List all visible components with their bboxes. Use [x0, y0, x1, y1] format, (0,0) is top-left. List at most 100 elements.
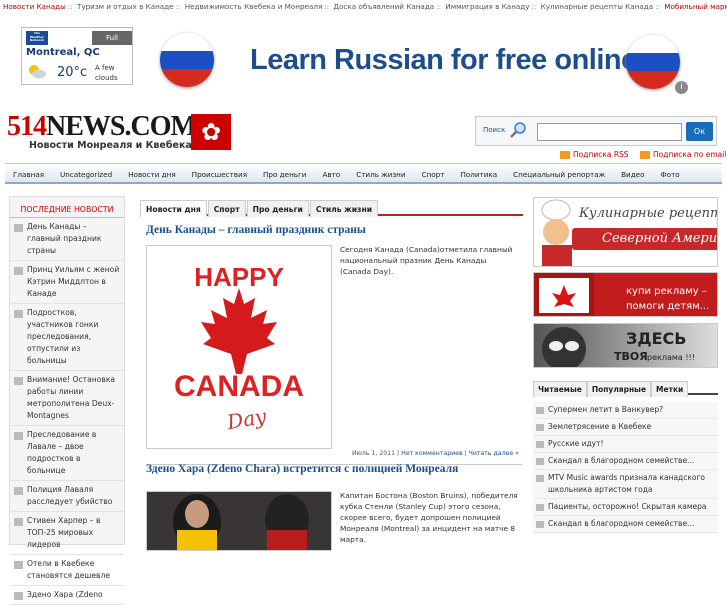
article-excerpt: Сегодня Канада (Canada)отметила главный …: [340, 245, 513, 276]
chara-photo[interactable]: [146, 491, 332, 551]
nav-item-auto[interactable]: Авто: [314, 164, 348, 185]
your-ad-here[interactable]: ЗДЕСЬ ТВОЯ реклама !!!: [533, 323, 718, 368]
toplink-recipes[interactable]: Кулинарные рецепты Канада: [541, 2, 654, 11]
russia-flag-icon: [160, 33, 214, 87]
popular-item[interactable]: Скандал в благородном семействе...: [533, 453, 718, 470]
separator: ::: [655, 2, 661, 11]
popular-item[interactable]: Пациенты, осторожно! Скрытая камера: [533, 499, 718, 516]
weather-city: Montreal, QC: [26, 47, 100, 58]
site-logo[interactable]: 514NEWS.COM Новости Монреаля и Квебека ✿: [7, 111, 231, 153]
popular-item[interactable]: Русские идут!: [533, 436, 718, 453]
toplink-realestate[interactable]: Недвижимость Квебека и Монреаля: [185, 2, 323, 11]
nav-item-home[interactable]: Главная: [5, 164, 52, 185]
read-more-link[interactable]: Читать далее »: [469, 450, 519, 457]
tab-lifestyle[interactable]: Стиль жизни: [309, 200, 379, 217]
latest-news-item[interactable]: Здено Хара (Zdeno: [10, 586, 124, 605]
article-date: Июль 1, 2011: [352, 450, 396, 457]
search-input[interactable]: [537, 123, 682, 141]
nav-item-lifestyle[interactable]: Стиль жизни: [348, 164, 413, 185]
nav-item-uncategorized[interactable]: Uncategorized: [52, 164, 120, 185]
nav-item-money[interactable]: Про деньги: [255, 164, 314, 185]
recipes-ad[interactable]: Кулинарные рецепты Северной Америки: [533, 197, 718, 267]
toplink-tourism[interactable]: Туризм и отдых в Канаде: [77, 2, 174, 11]
buy-ad-line2: помоги детям...: [626, 301, 710, 312]
latest-news-item[interactable]: Полиция Лаваля расследует убийство: [10, 481, 124, 512]
separator: ::: [531, 2, 537, 11]
search-box: Поиск Ок: [475, 116, 717, 146]
toplink-classifieds[interactable]: Доска объявлений Канада: [333, 2, 434, 11]
logo-text: 514NEWS.COM: [7, 111, 197, 142]
ad-here-line3: реклама !!!: [647, 353, 695, 362]
nav-item-video[interactable]: Видео: [613, 164, 652, 185]
ad-here-line1: ЗДЕСЬ: [626, 329, 687, 348]
full-forecast-button[interactable]: Full Forecast: [92, 31, 132, 56]
toplink-canada-news[interactable]: Новости Канады: [3, 2, 66, 11]
subscribe-email-label: Подписка по email: [653, 150, 727, 159]
latest-news-item[interactable]: Отели в Квебеке становятся дешевле: [10, 555, 124, 586]
tab-sport[interactable]: Спорт: [207, 200, 246, 217]
svg-text:HAPPY: HAPPY: [194, 262, 284, 292]
tab-popular[interactable]: Популярные: [586, 381, 652, 397]
latest-news-sidebar: ПОСЛЕДНИЕ НОВОСТИ День Канады – главный …: [9, 196, 125, 605]
search-submit-button[interactable]: Ок: [686, 122, 713, 141]
nav-item-news-of-day[interactable]: Новости дня: [120, 164, 184, 185]
toplink-mobile-marketing[interactable]: Мобильный маркетинг: [664, 2, 727, 11]
canada-day-image[interactable]: HAPPY CANADA Day: [146, 245, 332, 449]
magnifier-icon: [510, 122, 526, 138]
latest-news-item[interactable]: Внимание! Остановка работы линии метропо…: [10, 371, 124, 426]
weather-condition: A few clouds: [95, 64, 118, 82]
tab-most-read[interactable]: Читаемые: [533, 381, 587, 397]
latest-news-item[interactable]: Преследование в Лавале – двое подростков…: [10, 426, 124, 481]
logo-tagline: Новости Монреаля и Квебека: [29, 140, 192, 151]
article-title[interactable]: Здено Хара (Zdeno Chara) встретится с по…: [146, 463, 458, 475]
separator: ::: [436, 2, 442, 11]
nav-item-sport[interactable]: Спорт: [414, 164, 453, 185]
nav-item-incidents[interactable]: Происшествия: [184, 164, 255, 185]
buy-ad-line1: купи рекламу –: [626, 286, 707, 297]
latest-news-item[interactable]: Стивен Харпер – в ТОП-25 мировых лидеров: [10, 512, 124, 555]
latest-news-item[interactable]: День Канады – главный праздник страны: [10, 218, 124, 261]
montreal-flower-icon: ✿: [191, 114, 231, 150]
article-meta: Июль 1, 2011 | Нет комментариев | Читать…: [352, 450, 519, 457]
partly-cloudy-icon: [29, 65, 46, 79]
recipes-ad-line2: Северной Америки: [602, 231, 718, 246]
comments-link[interactable]: Нет комментариев: [401, 450, 463, 457]
buy-ad-help-kids-ad[interactable]: купи рекламу – помоги детям...: [533, 272, 718, 317]
rss-icon: [640, 151, 650, 159]
weather-temp: 20°c: [57, 65, 88, 80]
ad-info-icon[interactable]: i: [675, 81, 688, 94]
svg-text:Day: Day: [224, 404, 269, 435]
superhero-mask-icon: [542, 327, 586, 367]
subscribe-rss-link[interactable]: Подписка RSS: [560, 150, 629, 159]
top-links-bar: Новости Канады:: Туризм и отдых в Канаде…: [0, 0, 727, 14]
latest-news-title: ПОСЛЕДНИЕ НОВОСТИ: [10, 197, 124, 218]
popular-item[interactable]: MTV Music awards признала канадского шко…: [533, 470, 718, 499]
article-title[interactable]: День Канады – главный праздник страны: [146, 224, 523, 236]
tab-news-of-day[interactable]: Новости дня: [140, 200, 207, 217]
russia-flag-icon: [626, 35, 680, 89]
separator: ::: [67, 2, 73, 11]
weather-widget[interactable]: The Weather Network Full Forecast Montre…: [21, 27, 133, 85]
nav-item-photo[interactable]: Фото: [653, 164, 688, 185]
right-sidebar: Кулинарные рецепты Северной Америки купи…: [533, 197, 718, 545]
svg-text:CANADA: CANADA: [174, 370, 304, 403]
toplink-immigration[interactable]: Иммиграция в Канаду: [445, 2, 529, 11]
popular-item[interactable]: Скандал в благородном семействе...: [533, 516, 718, 533]
tab-money[interactable]: Про деньги: [246, 200, 309, 217]
learn-russian-banner[interactable]: Learn Russian for free online!: [250, 44, 646, 77]
recipes-ad-line1: Кулинарные рецепты: [579, 206, 718, 221]
hockey-photo-graphic: [147, 492, 331, 550]
latest-news-item[interactable]: Принц Уильям с женой Кэтрин Миддлтон в К…: [10, 261, 124, 304]
tab-tags[interactable]: Метки: [651, 381, 689, 397]
separator: ::: [324, 2, 330, 11]
nav-item-special-report[interactable]: Специальный репортаж: [505, 164, 613, 185]
search-label: Поиск: [483, 126, 506, 134]
popular-item[interactable]: Супермен летит в Ванкувер?: [533, 402, 718, 419]
ad-here-line2: ТВОЯ: [614, 350, 648, 363]
nav-item-politics[interactable]: Политика: [452, 164, 505, 185]
latest-news-item[interactable]: Подростков, участников гонки преследован…: [10, 304, 124, 371]
popular-tabs: Читаемые Популярные Метки: [533, 377, 718, 397]
subscribe-email-link[interactable]: Подписка по email: [640, 150, 726, 159]
popular-item[interactable]: Землетрясение в Квебеке: [533, 419, 718, 436]
article-excerpt: Капитан Бостона (Boston Bruins), победит…: [340, 491, 518, 544]
